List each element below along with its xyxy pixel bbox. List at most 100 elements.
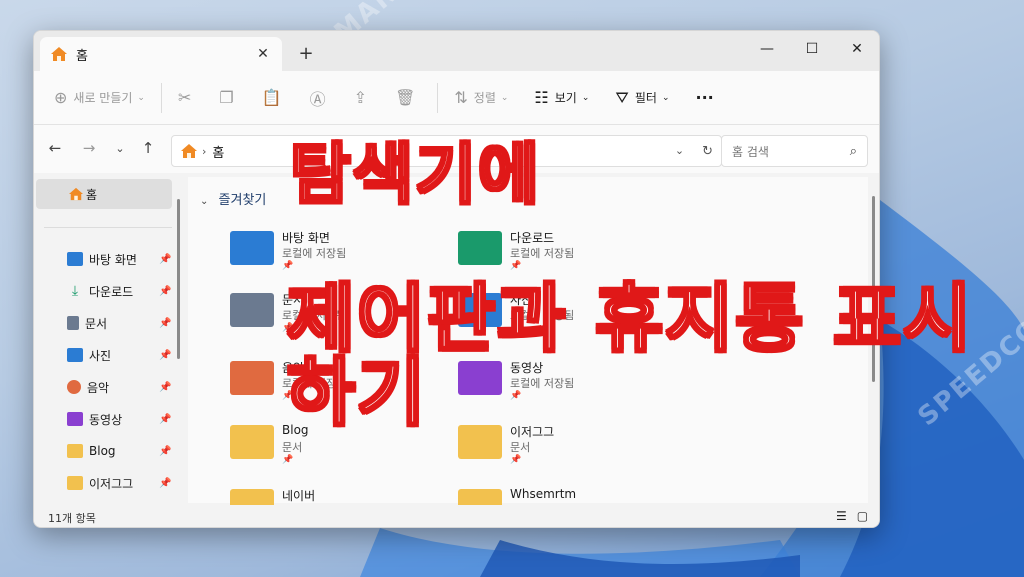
delete-button[interactable]: 🗑 bbox=[395, 83, 421, 113]
sidebar-item-label: 동영상 bbox=[89, 412, 123, 427]
pin-icon: 📌 bbox=[159, 285, 172, 297]
more-icon: ··· bbox=[695, 88, 714, 107]
filter-icon: ⛛ bbox=[615, 87, 629, 107]
item-count: 11개 항목 bbox=[48, 512, 96, 525]
sidebar-item-music[interactable]: 음악 📌 bbox=[34, 373, 174, 401]
chevron-down-icon: ⌄ bbox=[500, 92, 509, 103]
new-tab-button[interactable]: + bbox=[296, 43, 316, 64]
sort-button[interactable]: ⇅ 정렬 ⌄ bbox=[454, 83, 508, 113]
close-button[interactable]: ✕ bbox=[837, 35, 877, 63]
overlay-title-line1: 탐색기에 bbox=[289, 136, 541, 213]
share-button[interactable]: ⇪ bbox=[354, 83, 373, 113]
forward-button[interactable]: → bbox=[79, 139, 99, 157]
clipboard-icon: 📋 bbox=[261, 88, 282, 107]
sidebar-scrollbar[interactable] bbox=[177, 199, 180, 359]
music-folder-icon bbox=[230, 361, 274, 395]
navigation-pane: 홈 바탕 화면 📌 ⤓ 다운로드 📌 문서 📌 사진 📌 음악 📌 동영상 📌 … bbox=[34, 177, 180, 503]
sidebar-item-desktop[interactable]: 바탕 화면 📌 bbox=[34, 245, 174, 273]
filter-button[interactable]: ⛛ 필터 ⌄ bbox=[615, 83, 669, 113]
copy-button[interactable]: ❐ bbox=[219, 83, 239, 113]
pin-icon: 📌 bbox=[159, 413, 172, 425]
tab-close-button[interactable]: ✕ bbox=[254, 46, 272, 62]
sidebar-item-home[interactable]: 홈 bbox=[36, 179, 172, 209]
documents-folder-icon bbox=[230, 293, 274, 327]
pictures-icon bbox=[67, 348, 83, 362]
sidebar-item-label: 이저그그 bbox=[89, 476, 134, 491]
desktop-folder-icon bbox=[230, 231, 274, 265]
pin-icon: 📌 bbox=[282, 455, 294, 465]
divider bbox=[160, 82, 162, 113]
trash-icon: 🗑 bbox=[395, 88, 416, 107]
divider bbox=[437, 82, 439, 113]
folder-icon bbox=[458, 425, 502, 459]
chevron-down-icon: ⌄ bbox=[581, 92, 590, 103]
view-label: 보기 bbox=[554, 91, 577, 105]
sidebar-item-pictures[interactable]: 사진 📌 bbox=[34, 341, 174, 369]
folder-icon bbox=[230, 425, 274, 459]
share-icon: ⇪ bbox=[353, 88, 368, 107]
search-icon: ⌕ bbox=[849, 143, 857, 159]
pin-icon: 📌 bbox=[159, 381, 172, 393]
pin-icon: 📌 bbox=[282, 261, 294, 271]
cut-button[interactable]: ✂ bbox=[178, 83, 197, 113]
address-dropdown-icon[interactable]: ⌄ bbox=[675, 144, 684, 159]
back-button[interactable]: ← bbox=[45, 139, 65, 157]
video-icon bbox=[67, 412, 83, 426]
sidebar-item-label: 다운로드 bbox=[89, 284, 134, 299]
title-bar: 홈 ✕ + — ☐ ✕ bbox=[34, 31, 879, 71]
downloads-folder-icon bbox=[458, 231, 502, 265]
rename-icon: Ⓐ bbox=[309, 89, 326, 109]
folder-tile-ezg[interactable]: 이저그그 문서 📌 bbox=[458, 421, 668, 481]
folder-name: 바탕 화면 bbox=[282, 231, 330, 245]
search-input[interactable]: 홈 검색 ⌕ bbox=[721, 135, 868, 167]
sidebar-item-label: 문서 bbox=[85, 316, 108, 331]
view-icon: ☷ bbox=[534, 88, 549, 107]
refresh-icon[interactable]: ↻ bbox=[702, 144, 713, 159]
tiles-view-icon[interactable]: ▢ bbox=[857, 509, 868, 523]
divider bbox=[44, 227, 172, 228]
recent-locations-button[interactable]: ⌄ bbox=[110, 142, 130, 155]
chevron-down-icon: ⌄ bbox=[661, 92, 670, 103]
up-button[interactable]: ↑ bbox=[138, 139, 158, 157]
new-button[interactable]: ⊕ 새로 만들기 ⌄ bbox=[54, 83, 145, 113]
tab-home[interactable]: 홈 ✕ bbox=[40, 37, 282, 71]
sidebar-item-label: 홈 bbox=[86, 187, 98, 202]
tab-title: 홈 bbox=[76, 48, 88, 64]
sidebar-item-documents[interactable]: 문서 📌 bbox=[34, 309, 174, 337]
search-placeholder: 홈 검색 bbox=[732, 144, 769, 159]
group-label: 즐겨찾기 bbox=[218, 193, 267, 208]
maximize-button[interactable]: ☐ bbox=[792, 35, 832, 63]
chevron-down-icon: ⌄ bbox=[137, 92, 145, 103]
command-bar: ⊕ 새로 만들기 ⌄ ✂ ❐ 📋 Ⓐ ⇪ 🗑 ⇅ 정렬 ⌄ ☷ 보기 ⌄ ⛛ 필… bbox=[34, 71, 879, 125]
download-icon: ⤓ bbox=[71, 283, 79, 299]
rename-button[interactable]: Ⓐ bbox=[310, 83, 332, 113]
pin-icon: 📌 bbox=[159, 317, 172, 329]
minimize-button[interactable]: — bbox=[747, 35, 787, 63]
breadcrumb-separator: › bbox=[202, 144, 207, 158]
pin-icon: 📌 bbox=[159, 349, 172, 361]
overlay-title-line2: 제어판과 휴지통 표시하기 bbox=[286, 276, 974, 436]
home-icon bbox=[181, 144, 197, 158]
view-button[interactable]: ☷ 보기 ⌄ bbox=[534, 83, 589, 113]
sidebar-item-label: 음악 bbox=[87, 380, 110, 395]
sidebar-item-blog[interactable]: Blog 📌 bbox=[34, 437, 174, 465]
folder-name: 네이버 bbox=[282, 489, 316, 503]
document-icon bbox=[67, 316, 79, 330]
breadcrumb-home[interactable]: 홈 bbox=[212, 142, 224, 161]
paste-button[interactable]: 📋 bbox=[262, 83, 288, 113]
more-button[interactable]: ··· bbox=[696, 83, 714, 113]
quick-access-group-header[interactable]: ⌄ 즐겨찾기 bbox=[200, 189, 266, 208]
sidebar-item-ezg[interactable]: 이저그그 📌 bbox=[34, 469, 174, 497]
sidebar-item-videos[interactable]: 동영상 📌 bbox=[34, 405, 174, 433]
status-bar: 11개 항목 ☰ ▢ bbox=[34, 505, 879, 527]
folder-subtitle: 문서 bbox=[510, 441, 531, 454]
sidebar-item-downloads[interactable]: ⤓ 다운로드 📌 bbox=[34, 277, 174, 305]
copy-icon: ❐ bbox=[219, 88, 234, 107]
details-view-icon[interactable]: ☰ bbox=[836, 509, 847, 523]
new-button-label: 새로 만들기 bbox=[73, 91, 133, 105]
folder-icon bbox=[67, 476, 83, 490]
folder-subtitle: 로컬에 저장됨 bbox=[282, 247, 347, 260]
folder-name: 다운로드 bbox=[510, 231, 555, 245]
pin-icon: 📌 bbox=[510, 261, 522, 271]
folder-subtitle: 문서 bbox=[282, 441, 303, 454]
